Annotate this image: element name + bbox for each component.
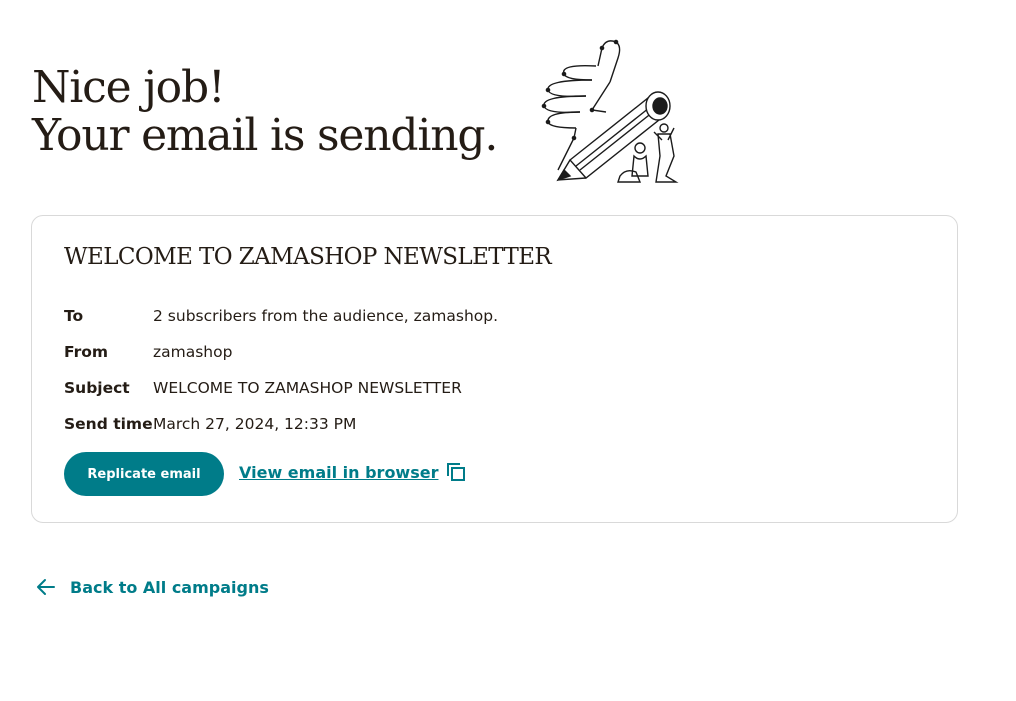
campaign-details: To 2 subscribers from the audience, zama… (64, 298, 498, 442)
headline-line-2: Your email is sending. (32, 110, 498, 161)
detail-value: 2 subscribers from the audience, zamasho… (153, 307, 499, 325)
back-to-campaigns-link[interactable]: Back to All campaigns (36, 577, 269, 597)
detail-row-send-time: Send time March 27, 2024, 12:33 PM (64, 406, 498, 442)
view-email-in-browser-link[interactable]: View email in browser (239, 462, 466, 482)
detail-label: Send time (64, 415, 153, 433)
arrow-left-icon (37, 579, 55, 595)
detail-value: WELCOME TO ZAMASHOP NEWSLETTER (153, 379, 462, 397)
detail-row-subject: Subject WELCOME TO ZAMASHOP NEWSLETTER (64, 370, 498, 406)
page-headline: Nice job! Your email is sending. (32, 62, 498, 161)
copy-icon (447, 463, 466, 481)
detail-value: March 27, 2024, 12:33 PM (153, 415, 357, 433)
detail-label: Subject (64, 379, 130, 397)
view-email-label: View email in browser (239, 462, 439, 482)
campaign-title: WELCOME TO ZAMASHOP NEWSLETTER (64, 244, 552, 270)
campaign-summary-card: WELCOME TO ZAMASHOP NEWSLETTER To 2 subs… (31, 215, 958, 523)
detail-value: zamashop (153, 343, 233, 361)
detail-row-from: From zamashop (64, 334, 498, 370)
thumbs-up-pencil-illustration (536, 36, 684, 186)
detail-label: To (64, 307, 84, 325)
back-link-label: Back to All campaigns (70, 577, 269, 597)
replicate-email-button[interactable]: Replicate email (64, 452, 224, 496)
detail-row-to: To 2 subscribers from the audience, zama… (64, 298, 498, 334)
headline-line-1: Nice job! (32, 62, 226, 113)
detail-label: From (64, 343, 109, 361)
